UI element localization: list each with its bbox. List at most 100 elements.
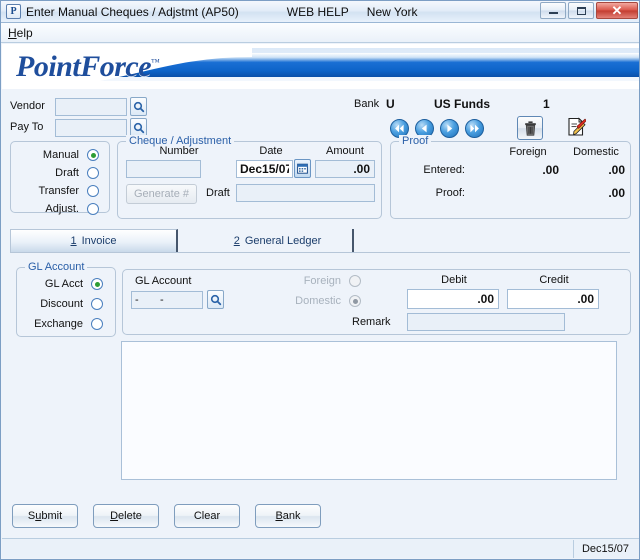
radio-row-draft[interactable]: Draft: [17, 165, 105, 181]
pointforce-logo: PointForce™: [16, 50, 160, 84]
notes-button[interactable]: [564, 115, 588, 139]
first-record-icon: [395, 124, 404, 133]
proof-entered-domestic: .00: [608, 163, 625, 177]
detail-lines-grid[interactable]: [121, 341, 617, 480]
proof-title: Proof: [399, 135, 432, 147]
vendor-lookup-button[interactable]: [130, 97, 148, 116]
previous-record-icon: [421, 124, 427, 133]
proof-entered-foreign: .00: [542, 163, 559, 177]
gl-account-input[interactable]: [131, 291, 203, 309]
brand-banner: PointForce™: [2, 44, 639, 89]
clear-pre: Clear: [193, 510, 221, 522]
web-help-link[interactable]: WEB HELP: [287, 5, 349, 19]
pay-to-label: Pay To: [10, 121, 44, 134]
bank-button[interactable]: Bank: [255, 504, 321, 528]
radio-domestic[interactable]: [349, 295, 361, 307]
application-window: P Enter Manual Cheques / Adjstmt (AP50) …: [0, 0, 640, 560]
close-button[interactable]: ✕: [596, 2, 638, 19]
radio-row-foreign[interactable]: Foreign: [293, 273, 361, 289]
title-bar: P Enter Manual Cheques / Adjstmt (AP50) …: [1, 1, 639, 23]
cheque-adjustment-group: Cheque / Adjustment Number Date Amount G…: [117, 135, 382, 219]
cheque-type-options: Manual Draft Transfer Adjust.: [17, 147, 105, 217]
radio-row-gl-acct[interactable]: GL Acct: [21, 276, 113, 292]
radio-foreign[interactable]: [349, 275, 361, 287]
generate-number-button[interactable]: Generate #: [126, 184, 197, 204]
edit-note-icon: [568, 117, 586, 136]
menu-item-help[interactable]: Help: [1, 24, 40, 42]
cheque-date-input[interactable]: [236, 160, 293, 178]
radio-dot: [94, 281, 100, 287]
pay-to-input[interactable]: [55, 118, 128, 137]
gl-account-options: GL Acct Discount Exchange: [21, 276, 113, 332]
date-picker-button[interactable]: [294, 159, 311, 178]
bank-label: Bank: [354, 98, 380, 110]
tab-invoice-label: Invoice: [81, 235, 117, 247]
delete-record-button[interactable]: [517, 116, 543, 140]
radio-transfer[interactable]: [87, 185, 99, 197]
radio-discount[interactable]: [91, 298, 103, 310]
tab-invoice-number: 1: [70, 235, 77, 247]
radio-exchange[interactable]: [91, 318, 103, 330]
close-icon: ✕: [611, 3, 623, 18]
tab-invoice[interactable]: 1 Invoice: [10, 229, 178, 252]
cheque-type-group: Manual Draft Transfer Adjust.: [10, 141, 110, 215]
gl-account-group: GL Account GL Acct Discount Exchange: [16, 261, 116, 337]
calendar-icon: [297, 163, 308, 174]
vendor-field-row: Vendor: [10, 97, 148, 116]
radio-gl-acct[interactable]: [91, 278, 103, 290]
radio-row-exchange[interactable]: Exchange: [21, 316, 113, 332]
radio-manual[interactable]: [87, 149, 99, 161]
radio-label-foreign: Foreign: [303, 275, 341, 287]
last-record-button[interactable]: [465, 119, 484, 138]
tab-general-ledger[interactable]: 2 General Ledger: [203, 229, 354, 252]
tab-strip: 1 Invoice 2 General Ledger: [10, 229, 630, 253]
logo-trademark: ™: [151, 57, 160, 67]
bank-accel: B: [275, 510, 283, 522]
magnifier-icon: [133, 101, 144, 112]
proof-row-proof-label: Proof:: [435, 187, 465, 199]
submit-button[interactable]: Su bmit: [12, 504, 78, 528]
radio-label-manual: Manual: [42, 149, 79, 161]
vendor-input[interactable]: [55, 97, 128, 116]
remark-label: Remark: [352, 316, 391, 328]
gl-account-lookup-button[interactable]: [207, 290, 224, 309]
form-body: Vendor Pay To Bank U US Funds 1 Manual D…: [2, 89, 639, 538]
radio-adjust[interactable]: [87, 203, 99, 215]
radio-row-transfer[interactable]: Transfer: [17, 183, 105, 199]
remark-input[interactable]: [407, 313, 565, 331]
vendor-label: Vendor: [10, 100, 45, 113]
next-record-button[interactable]: [440, 119, 459, 138]
location-label: New York: [366, 4, 418, 19]
maximize-button[interactable]: [568, 2, 594, 19]
minimize-button[interactable]: [540, 2, 566, 19]
bank-number: 1: [543, 97, 550, 111]
radio-draft[interactable]: [87, 167, 99, 179]
proof-group: Proof Foreign Domestic Entered: .00 .00 …: [390, 135, 631, 219]
radio-label-adjust: Adjust.: [45, 203, 79, 215]
radio-label-transfer: Transfer: [38, 185, 79, 197]
debit-input[interactable]: [407, 289, 499, 309]
radio-row-manual[interactable]: Manual: [17, 147, 105, 163]
credit-input[interactable]: [507, 289, 599, 309]
maximize-icon: [576, 6, 586, 15]
radio-row-discount[interactable]: Discount: [21, 296, 113, 312]
tab-strip-divider: [10, 252, 630, 253]
magnifier-icon: [210, 294, 221, 305]
draft-label: Draft: [206, 187, 230, 199]
cheque-amount-input[interactable]: [315, 160, 375, 178]
amount-label: Amount: [326, 145, 364, 157]
menu-help-rest: elp: [16, 25, 33, 40]
clear-button[interactable]: Clear: [174, 504, 240, 528]
radio-row-adjust[interactable]: Adjust.: [17, 201, 105, 217]
tab-gl-number: 2: [233, 234, 240, 247]
delete-button[interactable]: Delete: [93, 504, 159, 528]
bank-name: US Funds: [434, 97, 490, 111]
proof-col-domestic: Domestic: [573, 146, 619, 158]
draft-input[interactable]: [236, 184, 375, 202]
cheque-number-input[interactable]: [126, 160, 201, 178]
debit-label: Debit: [441, 274, 467, 286]
trash-icon: [524, 120, 536, 136]
delete-post: elete: [118, 510, 142, 522]
last-record-icon: [470, 124, 479, 133]
radio-row-domestic[interactable]: Domestic: [293, 293, 361, 309]
